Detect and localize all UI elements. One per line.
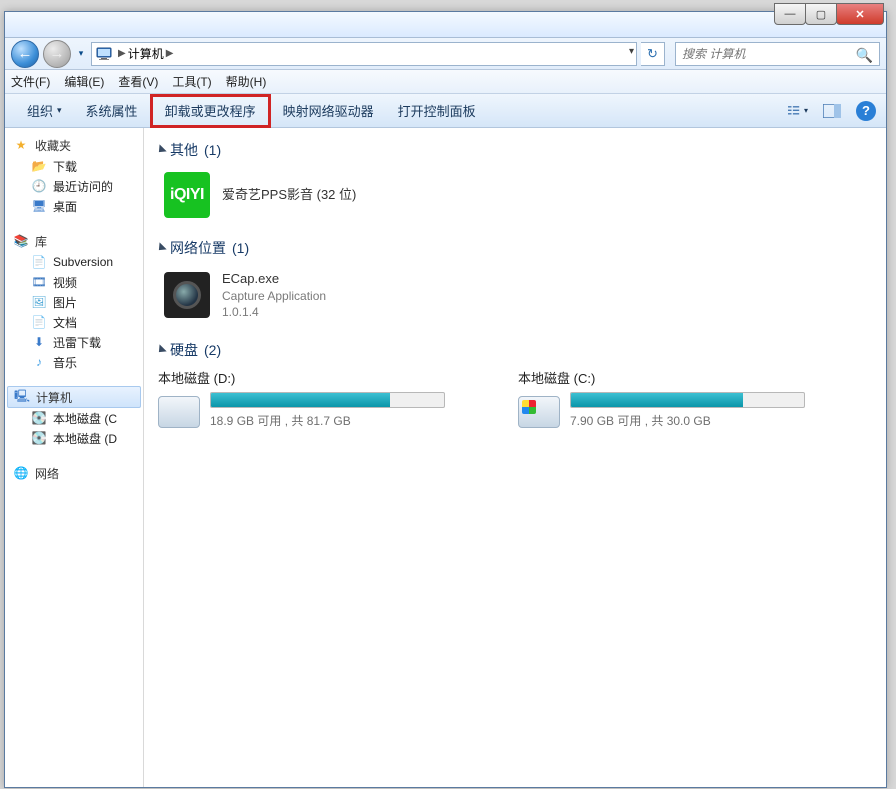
drive-name: 本地磁盘 (D:) xyxy=(158,368,458,387)
history-dropdown[interactable]: ▾ xyxy=(75,43,87,65)
map-network-drive-button[interactable]: 映射网络驱动器 xyxy=(271,94,386,127)
sidebar-item-downloads[interactable]: 📂下载 xyxy=(7,156,141,176)
sidebar-item-drive-c[interactable]: 💽本地磁盘 (C xyxy=(7,408,141,428)
recent-icon: 🕘 xyxy=(31,178,47,194)
picture-icon: 🖼 xyxy=(31,294,47,310)
download-icon: ⬇ xyxy=(31,334,47,350)
drive-bar xyxy=(570,392,805,408)
item-version: 1.0.1.4 xyxy=(222,304,326,320)
explorer-window: — ▢ ✕ ← → ▾ ▶ 计算机 ▶ ▾ ↻ 🔍 文件(F) 编辑(E) 查看… xyxy=(4,11,887,788)
sidebar-item-thunder[interactable]: ⬇迅雷下载 xyxy=(7,332,141,352)
address-bar[interactable]: ▶ 计算机 ▶ ▾ xyxy=(91,42,637,66)
item-name: 爱奇艺PPS影音 (32 位) xyxy=(222,186,356,204)
item-iqiyi[interactable]: iQIYI 爱奇艺PPS影音 (32 位) xyxy=(158,168,872,222)
drive-icon: 💽 xyxy=(31,410,47,426)
view-options-icon[interactable]: ▾ xyxy=(788,101,808,121)
preview-pane-icon[interactable] xyxy=(822,101,842,121)
menu-help[interactable]: 帮助(H) xyxy=(226,73,267,90)
folder-icon: 📂 xyxy=(31,158,47,174)
drive-icon xyxy=(518,396,560,428)
drive-icon xyxy=(158,396,200,428)
sidebar-item-desktop[interactable]: 🖥桌面 xyxy=(7,196,141,216)
group-network-header[interactable]: 网络位置 (1) xyxy=(158,238,872,258)
minimize-button[interactable]: — xyxy=(774,3,806,25)
forward-button: → xyxy=(43,40,71,68)
address-path: 计算机 xyxy=(128,45,164,62)
collapse-icon xyxy=(155,242,166,253)
group-drives-header[interactable]: 硬盘 (2) xyxy=(158,340,872,360)
computer-icon xyxy=(96,46,112,62)
computer-icon: 🖳 xyxy=(14,389,30,405)
menu-tools[interactable]: 工具(T) xyxy=(172,73,211,90)
search-input[interactable] xyxy=(682,47,842,61)
item-ecap[interactable]: ECap.exe Capture Application 1.0.1.4 xyxy=(158,266,872,324)
item-description: Capture Application xyxy=(222,288,326,304)
nav-row: ← → ▾ ▶ 计算机 ▶ ▾ ↻ 🔍 xyxy=(5,38,886,70)
sidebar-item-music[interactable]: ♪音乐 xyxy=(7,352,141,372)
refresh-button[interactable]: ↻ xyxy=(641,42,665,66)
sidebar-item-subversion[interactable]: 📄Subversion xyxy=(7,252,141,272)
drive-c[interactable]: 本地磁盘 (C:) 7.90 GB 可用 , 共 30.0 GB xyxy=(518,368,818,429)
camera-icon xyxy=(164,272,210,318)
video-icon: 🎞 xyxy=(31,274,47,290)
sidebar-computer[interactable]: 🖳计算机 xyxy=(7,386,141,408)
back-button[interactable]: ← xyxy=(11,40,39,68)
desktop-icon: 🖥 xyxy=(31,198,47,214)
drive-name: 本地磁盘 (C:) xyxy=(518,368,818,387)
collapse-icon xyxy=(155,144,166,155)
star-icon: ★ xyxy=(13,137,29,153)
close-button[interactable]: ✕ xyxy=(836,3,884,25)
item-name: ECap.exe xyxy=(222,270,326,288)
sidebar-item-drive-d[interactable]: 💽本地磁盘 (D xyxy=(7,428,141,448)
drive-d[interactable]: 本地磁盘 (D:) 18.9 GB 可用 , 共 81.7 GB xyxy=(158,368,458,429)
organize-button[interactable]: 组织▾ xyxy=(15,94,74,127)
system-properties-button[interactable]: 系统属性 xyxy=(74,94,150,127)
uninstall-change-program-button[interactable]: 卸载或更改程序 xyxy=(150,94,271,128)
search-icon: 🔍 xyxy=(856,47,873,64)
help-icon[interactable]: ? xyxy=(856,101,876,121)
group-other-header[interactable]: 其他 (1) xyxy=(158,140,872,160)
sidebar: ★收藏夹 📂下载 🕘最近访问的 🖥桌面 📚库 📄Subversion 🎞视频 🖼… xyxy=(5,128,144,787)
collapse-icon xyxy=(155,344,166,355)
network-icon: 🌐 xyxy=(13,465,29,481)
sidebar-item-recent[interactable]: 🕘最近访问的 xyxy=(7,176,141,196)
search-box[interactable]: 🔍 xyxy=(675,42,880,66)
sidebar-item-documents[interactable]: 📄文档 xyxy=(7,312,141,332)
drive-icon: 💽 xyxy=(31,430,47,446)
titlebar: — ▢ ✕ xyxy=(5,12,886,38)
sidebar-network[interactable]: 🌐网络 xyxy=(7,462,141,484)
sidebar-libraries[interactable]: 📚库 xyxy=(7,230,141,252)
content-pane: 其他 (1) iQIYI 爱奇艺PPS影音 (32 位) 网络位置 (1) xyxy=(144,128,886,787)
iqiyi-icon: iQIYI xyxy=(164,172,210,218)
menubar: 文件(F) 编辑(E) 查看(V) 工具(T) 帮助(H) xyxy=(5,70,886,94)
document-icon: 📄 xyxy=(31,254,47,270)
document-icon: 📄 xyxy=(31,314,47,330)
sidebar-favorites[interactable]: ★收藏夹 xyxy=(7,134,141,156)
sidebar-item-videos[interactable]: 🎞视频 xyxy=(7,272,141,292)
maximize-button[interactable]: ▢ xyxy=(805,3,837,25)
open-control-panel-button[interactable]: 打开控制面板 xyxy=(386,94,488,127)
drive-free: 18.9 GB 可用 , 共 81.7 GB xyxy=(210,412,445,429)
menu-view[interactable]: 查看(V) xyxy=(118,73,158,90)
music-icon: ♪ xyxy=(31,354,47,370)
menu-file[interactable]: 文件(F) xyxy=(11,73,50,90)
path-sep-icon: ▶ xyxy=(116,48,128,59)
sidebar-item-pictures[interactable]: 🖼图片 xyxy=(7,292,141,312)
menu-edit[interactable]: 编辑(E) xyxy=(64,73,104,90)
path-sep-icon: ▶ xyxy=(164,48,176,59)
library-icon: 📚 xyxy=(13,233,29,249)
command-bar: 组织▾ 系统属性 卸载或更改程序 映射网络驱动器 打开控制面板 ▾ ? xyxy=(5,94,886,128)
drive-bar xyxy=(210,392,445,408)
address-dropdown-icon[interactable]: ▾ xyxy=(629,46,634,57)
drive-free: 7.90 GB 可用 , 共 30.0 GB xyxy=(570,412,805,429)
